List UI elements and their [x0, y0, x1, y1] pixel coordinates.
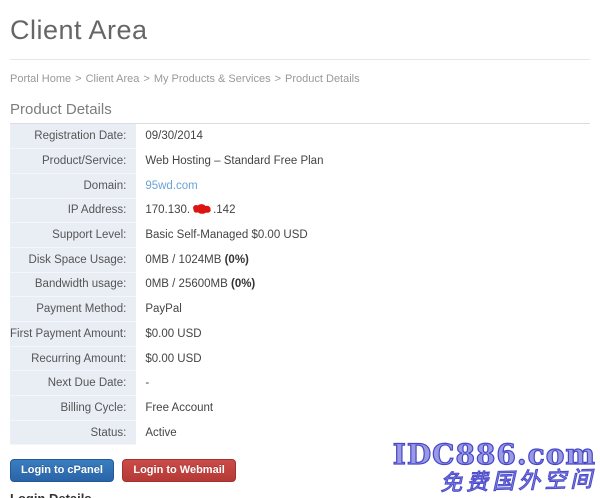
detail-value: 170.130. .142: [136, 198, 590, 223]
detail-value: Web Hosting – Standard Free Plan: [136, 149, 590, 174]
breadcrumb-separator: >: [143, 73, 149, 85]
action-buttons: Login to cPanel Login to Webmail: [10, 459, 590, 482]
detail-value: Basic Self-Managed $0.00 USD: [136, 223, 590, 248]
table-row: Payment Method: PayPal: [10, 297, 590, 322]
detail-label: Product/Service:: [10, 149, 136, 174]
usage-percent: (0%): [231, 278, 255, 290]
detail-value: $0.00 USD: [136, 322, 590, 347]
detail-value: 0MB / 1024MB (0%): [136, 247, 590, 272]
table-row: First Payment Amount: $0.00 USD: [10, 322, 590, 347]
table-row: Registration Date: 09/30/2014: [10, 124, 590, 149]
table-row: Status: Active: [10, 420, 590, 445]
table-row: Support Level: Basic Self-Managed $0.00 …: [10, 223, 590, 248]
breadcrumb-separator: >: [75, 73, 81, 85]
detail-label: Registration Date:: [10, 124, 136, 149]
domain-link[interactable]: 95wd.com: [145, 180, 197, 192]
detail-value: $0.00 USD: [136, 346, 590, 371]
table-row: Domain: 95wd.com: [10, 173, 590, 198]
ip-suffix: .142: [213, 204, 235, 216]
detail-label: Next Due Date:: [10, 371, 136, 396]
breadcrumb-item[interactable]: Product Details: [285, 73, 360, 85]
usage-percent: (0%): [225, 254, 249, 266]
redaction-scribble: [191, 203, 212, 218]
header-divider: [10, 59, 590, 60]
breadcrumb: Portal Home>Client Area>My Products & Se…: [10, 73, 590, 85]
breadcrumb-separator: >: [275, 73, 281, 85]
detail-value: Active: [136, 420, 590, 445]
detail-label: IP Address:: [10, 198, 136, 223]
detail-label: Support Level:: [10, 223, 136, 248]
login-to-cpanel-button[interactable]: Login to cPanel: [10, 459, 114, 482]
detail-value: -: [136, 371, 590, 396]
detail-label: Payment Method:: [10, 297, 136, 322]
detail-value: PayPal: [136, 297, 590, 322]
client-area-page: Client Area Portal Home>Client Area>My P…: [0, 15, 600, 498]
table-row: Product/Service: Web Hosting – Standard …: [10, 149, 590, 174]
detail-label: Billing Cycle:: [10, 396, 136, 421]
table-row: Disk Space Usage: 0MB / 1024MB (0%): [10, 247, 590, 272]
detail-value: 95wd.com: [136, 173, 590, 198]
breadcrumb-item[interactable]: My Products & Services: [154, 73, 271, 85]
usage-value: 0MB / 25600MB: [145, 278, 231, 290]
table-row: IP Address: 170.130. .142: [10, 198, 590, 223]
product-details-rows: Registration Date: 09/30/2014 Product/Se…: [10, 124, 590, 445]
detail-label: Recurring Amount:: [10, 346, 136, 371]
breadcrumb-item[interactable]: Portal Home: [10, 73, 71, 85]
page-title: Client Area: [10, 15, 590, 46]
ip-prefix: 170.130.: [145, 204, 190, 216]
detail-label: First Payment Amount:: [10, 322, 136, 347]
table-row: Bandwidth usage: 0MB / 25600MB (0%): [10, 272, 590, 297]
product-details-table: Registration Date: 09/30/2014 Product/Se…: [10, 124, 590, 445]
usage-value: 0MB / 1024MB: [145, 254, 224, 266]
login-to-webmail-button[interactable]: Login to Webmail: [122, 459, 235, 482]
detail-value: 09/30/2014: [136, 124, 590, 149]
table-row: Next Due Date: -: [10, 371, 590, 396]
detail-label: Bandwidth usage:: [10, 272, 136, 297]
breadcrumb-item[interactable]: Client Area: [86, 73, 140, 85]
detail-value: Free Account: [136, 396, 590, 421]
detail-label: Disk Space Usage:: [10, 247, 136, 272]
detail-value: 0MB / 25600MB (0%): [136, 272, 590, 297]
detail-label: Domain:: [10, 173, 136, 198]
table-row: Recurring Amount: $0.00 USD: [10, 346, 590, 371]
detail-label: Status:: [10, 420, 136, 445]
table-row: Billing Cycle: Free Account: [10, 396, 590, 421]
section-title-login-details: Login Details: [10, 491, 590, 498]
section-title-product-details: Product Details: [10, 101, 590, 124]
